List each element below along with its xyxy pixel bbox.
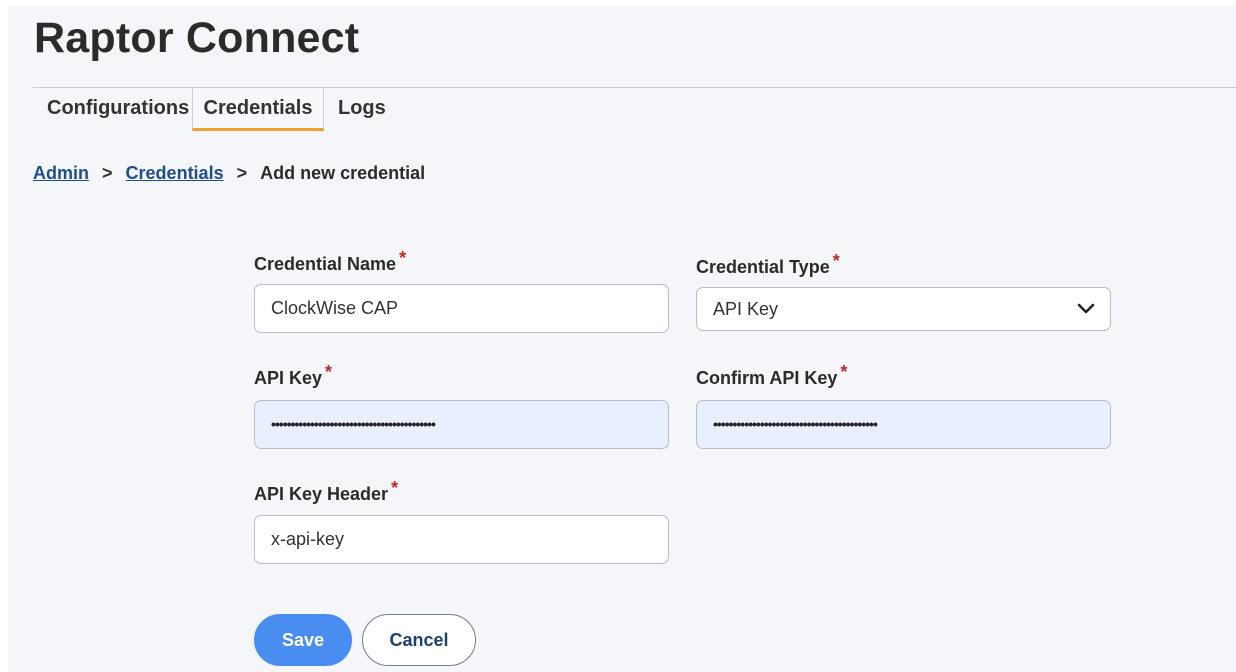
credential-type-label: Credential Type * bbox=[696, 251, 840, 278]
tab-configurations[interactable]: Configurations bbox=[47, 88, 189, 128]
api-key-header-label-text: API Key Header bbox=[254, 484, 389, 504]
breadcrumb-link-admin[interactable]: Admin bbox=[33, 163, 89, 183]
save-button[interactable]: Save bbox=[254, 614, 352, 666]
api-key-header-label: API Key Header * bbox=[254, 478, 398, 505]
required-asterisk: * bbox=[391, 478, 399, 498]
confirm-api-key-label-text: Confirm API Key bbox=[696, 368, 838, 388]
confirm-api-key-label: Confirm API Key * bbox=[696, 362, 847, 389]
required-asterisk: * bbox=[840, 362, 848, 382]
api-key-header-input[interactable]: x-api-key bbox=[254, 515, 669, 564]
breadcrumb: Admin > Credentials > Add new credential bbox=[33, 163, 425, 184]
api-key-label: API Key * bbox=[254, 362, 332, 389]
tab-credentials[interactable]: Credentials bbox=[192, 88, 324, 131]
credential-name-label: Credential Name * bbox=[254, 248, 406, 275]
required-asterisk: * bbox=[399, 248, 407, 268]
credential-name-input[interactable]: ClockWise CAP bbox=[254, 284, 669, 333]
chevron-down-icon bbox=[1077, 303, 1095, 314]
credential-type-select[interactable]: API Key bbox=[696, 287, 1111, 331]
breadcrumb-link-credentials[interactable]: Credentials bbox=[126, 163, 224, 183]
page-background: Raptor Connect Configurations Credential… bbox=[8, 6, 1236, 672]
chevron-right-icon: > bbox=[102, 163, 113, 183]
credential-type-value: API Key bbox=[713, 299, 779, 319]
api-key-label-text: API Key bbox=[254, 368, 323, 388]
breadcrumb-current: Add new credential bbox=[260, 163, 426, 183]
api-key-input[interactable]: ••••••••••••••••••••••••••••••••••••••••… bbox=[254, 400, 669, 449]
cancel-button[interactable]: Cancel bbox=[362, 614, 476, 666]
tab-logs[interactable]: Logs bbox=[338, 88, 386, 128]
required-asterisk: * bbox=[832, 251, 840, 271]
confirm-api-key-input[interactable]: ••••••••••••••••••••••••••••••••••••••••… bbox=[696, 400, 1111, 449]
credential-name-label-text: Credential Name bbox=[254, 254, 397, 274]
chevron-right-icon: > bbox=[236, 163, 248, 183]
required-asterisk: * bbox=[325, 362, 333, 382]
credential-type-label-text: Credential Type bbox=[696, 257, 830, 277]
app-title: Raptor Connect bbox=[34, 14, 360, 62]
